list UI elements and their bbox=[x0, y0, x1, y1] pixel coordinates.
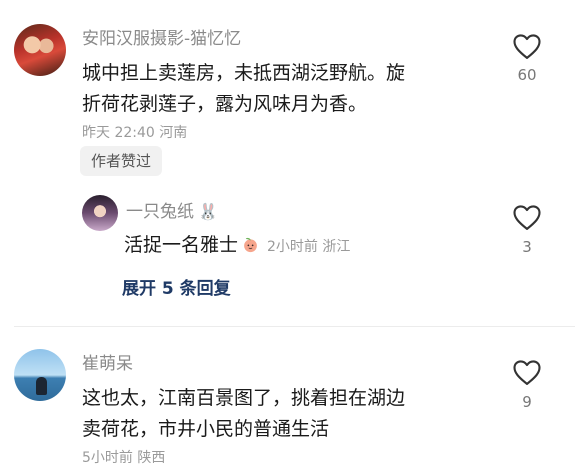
like-count: 3 bbox=[522, 238, 532, 256]
peach-emoji-icon bbox=[244, 237, 257, 253]
author-liked-badge: 作者赞过 bbox=[80, 146, 163, 176]
avatar[interactable] bbox=[14, 24, 66, 76]
expand-replies-button[interactable]: 展开 5 条回复 bbox=[122, 274, 231, 299]
comment-text-line2: 折荷花剥莲子，露为风味月为香。 bbox=[82, 93, 368, 115]
comment-meta: 2小时前 浙江 bbox=[267, 239, 351, 255]
comment-text-line2: 卖荷花，市井小民的普通生活 bbox=[82, 418, 330, 440]
comment-text-line1: 这也太，江南百景图了，挑着担在湖边 bbox=[82, 387, 406, 409]
rabbit-emoji-icon: 🐰 bbox=[198, 202, 218, 221]
reply-author-row: 一只兔纸 🐰 bbox=[126, 197, 218, 222]
comment-meta: 昨天 22:40 河南 bbox=[82, 125, 188, 141]
avatar[interactable] bbox=[14, 349, 66, 401]
heart-outline-icon[interactable] bbox=[512, 358, 542, 386]
comment-author[interactable]: 安阳汉服摄影-猫忆忆 bbox=[82, 24, 241, 49]
comment-author[interactable]: 一只兔纸 bbox=[126, 202, 194, 222]
comment-author[interactable]: 崔萌呆 bbox=[82, 349, 133, 374]
comment-meta: 5小时前 陕西 bbox=[82, 450, 166, 466]
heart-outline-icon[interactable] bbox=[512, 203, 542, 231]
comment-text: 活捉一名雅士 bbox=[124, 234, 239, 256]
heart-outline-icon[interactable] bbox=[512, 32, 542, 60]
comment-text-line1: 城中担上卖莲房，未抵西湖泛野航。旋 bbox=[82, 62, 406, 84]
like-count: 60 bbox=[517, 66, 537, 84]
like-count: 9 bbox=[522, 393, 532, 411]
reply-body: 活捉一名雅士 2小时前 浙江 bbox=[124, 230, 350, 261]
avatar[interactable] bbox=[82, 195, 118, 231]
divider bbox=[14, 326, 575, 327]
